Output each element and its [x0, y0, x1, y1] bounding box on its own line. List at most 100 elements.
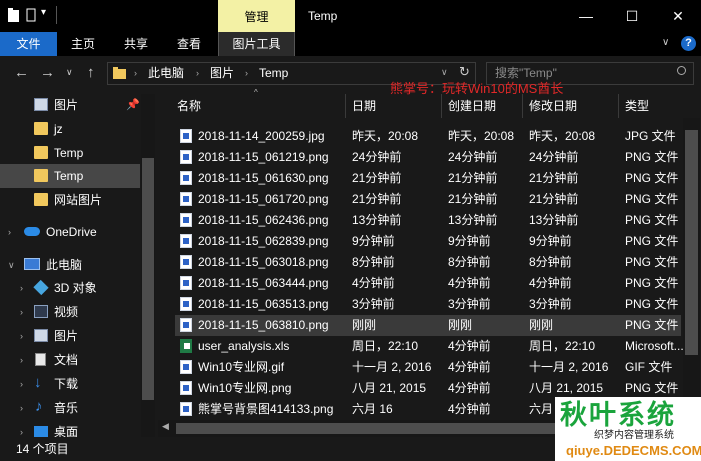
nav-item-onedrive[interactable]: › OneDrive [0, 220, 140, 244]
file-row[interactable]: 2018-11-15_061630.png 21分钟前 21分钟前 21分钟前 PNG … [175, 168, 681, 189]
folder-icon [34, 146, 48, 159]
maximize-button[interactable]: ☐ [609, 0, 655, 32]
tab-view[interactable]: 查看 [177, 32, 201, 56]
column-divider[interactable] [618, 94, 619, 118]
file-row[interactable]: 2018-11-15_063018.png 8分钟前 8分钟前 8分钟前 PNG 文件 [175, 252, 681, 273]
tab-picture-tools[interactable]: 图片工具 [218, 32, 295, 56]
nav-item-this-pc[interactable]: ∨ 此电脑 [0, 253, 140, 277]
nav-label: 3D 对象 [54, 281, 97, 295]
3d-objects-icon [33, 279, 49, 296]
site-logo-title: 秋叶系统 [560, 400, 676, 430]
file-row[interactable]: 2018-11-15_063513.png 3分钟前 3分钟前 3分钟前 PNG 文件 [175, 294, 681, 315]
horizontal-scroll-thumb[interactable] [176, 423, 576, 434]
collapse-chevron-icon[interactable]: ∨ [8, 253, 15, 277]
tab-file[interactable]: 文件 [0, 32, 57, 56]
nav-item-website-pictures[interactable]: 网站图片 [0, 188, 140, 212]
file-type: GIF 文件 [625, 360, 673, 374]
column-header-modified[interactable]: 修改日期 [529, 94, 577, 118]
column-header-date[interactable]: 日期 [352, 94, 376, 118]
nav-item-pictures-quick[interactable]: 图片 📌 [0, 93, 140, 117]
file-name: 2018-11-15_061630.png [198, 171, 329, 185]
image-file-icon [180, 129, 192, 143]
breadcrumb-separator-icon[interactable]: › [134, 62, 137, 85]
nav-item-pictures[interactable]: › 图片 [0, 324, 140, 348]
file-name: Win10专业网.gif [198, 360, 285, 374]
help-icon[interactable]: ? [681, 36, 696, 51]
image-file-icon [180, 402, 192, 416]
file-name: 2018-11-15_063018.png [198, 255, 329, 269]
refresh-icon[interactable]: ↻ [459, 64, 470, 80]
breadcrumb-separator-icon[interactable]: › [245, 62, 248, 85]
expand-chevron-icon[interactable]: › [20, 348, 23, 372]
tab-share[interactable]: 共享 [124, 32, 148, 56]
nav-item-documents[interactable]: › 文档 [0, 348, 140, 372]
tab-home[interactable]: 主页 [71, 32, 95, 56]
file-row[interactable]: 2018-11-15_062436.png 13分钟前 13分钟前 13分钟前 PNG … [175, 210, 681, 231]
file-row[interactable]: 2018-11-15_063444.png 4分钟前 4分钟前 4分钟前 PNG 文件 [175, 273, 681, 294]
nav-item-videos[interactable]: › 视频 [0, 300, 140, 324]
ribbon-expand-icon[interactable]: ∨ [662, 37, 669, 48]
file-row[interactable]: Win10专业网.gif 十一月 2, 2016 4分钟前 十一月 2, 2016 GI… [175, 357, 681, 378]
close-button[interactable]: ✕ [655, 0, 701, 32]
file-modified: 3分钟前 [529, 297, 572, 311]
music-icon: ♪ [35, 398, 43, 415]
expand-chevron-icon[interactable]: › [20, 324, 23, 348]
file-row[interactable]: 2018-11-15_062839.png 9分钟前 9分钟前 9分钟前 PNG 文件 [175, 231, 681, 252]
recent-locations-icon[interactable]: ∨ [66, 67, 73, 78]
file-name: Win10专业网.png [198, 381, 292, 395]
nav-item-desktop[interactable]: › 桌面 [0, 420, 140, 437]
file-row[interactable]: 2018-11-15_061219.png 24分钟前 24分钟前 24分钟前 PNG … [175, 147, 681, 168]
file-row[interactable]: Win10专业网.png 八月 21, 2015 4分钟前 八月 21, 2015 PN… [175, 378, 681, 399]
breadcrumb-this-pc[interactable]: 此电脑 [148, 62, 184, 85]
column-divider[interactable] [522, 94, 523, 118]
nav-pane-scroll-thumb[interactable] [142, 158, 154, 400]
nav-item-music[interactable]: › ♪ 音乐 [0, 396, 140, 420]
file-list-scroll-thumb[interactable] [685, 130, 698, 355]
expand-chevron-icon[interactable]: › [20, 300, 23, 324]
file-row[interactable]: 2018-11-15_063810.png 刚刚 刚刚 刚刚 PNG 文件 [175, 315, 681, 336]
image-file-icon [180, 234, 192, 248]
excel-file-icon [180, 339, 192, 353]
breadcrumb-pictures[interactable]: 图片 [210, 62, 234, 85]
back-arrow-icon[interactable]: ← [14, 64, 29, 81]
column-divider[interactable] [345, 94, 346, 118]
file-row[interactable]: 2018-11-14_200259.jpg 昨天，20:08 昨天，20:08 昨天，… [175, 126, 681, 147]
file-row[interactable]: 2018-11-15_061720.png 21分钟前 21分钟前 21分钟前 PNG … [175, 189, 681, 210]
maximize-icon: ☐ [625, 8, 639, 24]
nav-item-downloads[interactable]: › ↓ 下载 [0, 372, 140, 396]
scroll-left-icon[interactable]: ◀ [162, 421, 169, 432]
nav-item-temp-1[interactable]: Temp [0, 141, 140, 165]
file-date: 24分钟前 [352, 150, 402, 164]
folder-icon [34, 169, 48, 182]
forward-arrow-icon[interactable]: → [40, 64, 55, 81]
column-header-name[interactable]: 名称 [177, 94, 201, 118]
file-row[interactable]: user_analysis.xls 周日，22:10 4分钟前 周日，22:10 Mic… [175, 336, 684, 357]
up-arrow-icon[interactable]: ↑ [87, 64, 95, 81]
nav-item-3d-objects[interactable]: › 3D 对象 [0, 276, 140, 300]
breadcrumb-temp[interactable]: Temp [259, 62, 288, 85]
expand-chevron-icon[interactable]: › [20, 396, 23, 420]
nav-item-jz[interactable]: jz [0, 117, 140, 141]
search-icon [677, 66, 686, 75]
address-dropdown-icon[interactable]: ∨ [441, 67, 448, 78]
file-created: 21分钟前 [448, 192, 498, 206]
file-type: PNG 文件 [625, 318, 679, 332]
nav-label: 桌面 [54, 425, 79, 437]
expand-chevron-icon[interactable]: › [20, 420, 23, 437]
customize-quick-access-icon[interactable]: ▾ [41, 7, 46, 18]
column-divider[interactable] [441, 94, 442, 118]
breadcrumb-separator-icon[interactable]: › [196, 62, 199, 85]
properties-quick-icon[interactable] [26, 8, 38, 22]
expand-chevron-icon[interactable]: › [20, 372, 23, 396]
file-created: 4分钟前 [448, 381, 491, 395]
expand-chevron-icon[interactable]: › [8, 220, 11, 244]
nav-item-temp-selected[interactable]: Temp [0, 164, 140, 188]
folder-quick-icon[interactable] [8, 8, 20, 22]
manage-tab[interactable]: 管理 [218, 0, 295, 32]
column-header-created[interactable]: 创建日期 [448, 94, 496, 118]
expand-chevron-icon[interactable]: › [20, 276, 23, 300]
column-header-type[interactable]: 类型 [625, 94, 649, 118]
minimize-button[interactable]: — [563, 0, 609, 32]
pin-icon[interactable]: 📌 [126, 93, 140, 117]
file-created: 4分钟前 [448, 276, 491, 290]
